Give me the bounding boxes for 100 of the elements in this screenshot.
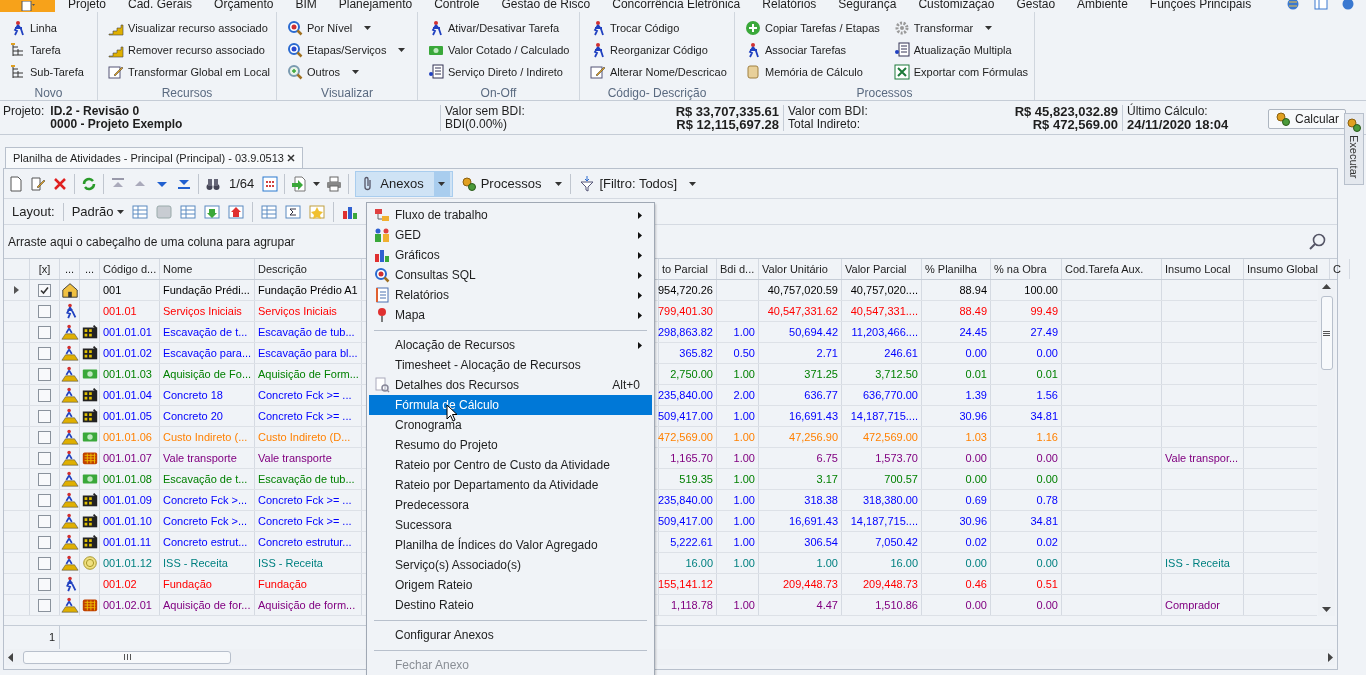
ribbon-tab[interactable]: Concorrência Eletrônica xyxy=(612,0,741,10)
menu-item[interactable]: Relatórios xyxy=(369,285,652,305)
print-icon[interactable] xyxy=(326,175,343,192)
column-header[interactable]: Código d... xyxy=(100,259,160,279)
column-header[interactable]: Insumo Global xyxy=(1244,259,1330,279)
ribbon-button[interactable]: Trocar Código xyxy=(590,17,731,39)
ribbon-tab[interactable]: Cad. Gerais xyxy=(128,0,193,10)
ribbon-button[interactable]: Linha xyxy=(10,17,88,39)
ribbon-button[interactable]: Transformar Global em Local xyxy=(108,61,275,83)
ribbon-tab[interactable]: Funções Principais xyxy=(1149,0,1252,10)
column-header[interactable]: [x] xyxy=(30,259,60,279)
scroll-right-icon[interactable] xyxy=(1328,652,1333,662)
checkbox[interactable] xyxy=(38,430,51,444)
menu-item[interactable]: Origem Rateio xyxy=(369,575,652,595)
menu-item[interactable]: Configurar Anexos xyxy=(369,625,652,645)
menu-item[interactable]: Serviço(s) Associado(s) xyxy=(369,555,652,575)
menu-item[interactable]: Predecessora xyxy=(369,495,652,515)
ribbon-button[interactable]: Memória de Cálculo xyxy=(745,61,884,83)
menu-item[interactable]: Rateio por Centro de Custo da Atividade xyxy=(369,455,652,475)
checkbox[interactable] xyxy=(38,388,51,402)
ribbon-button[interactable]: Outros xyxy=(287,61,410,83)
scroll-down-icon[interactable] xyxy=(1322,607,1331,612)
menu-item[interactable]: Fluxo de trabalho xyxy=(369,205,652,225)
processes-button[interactable]: Processos xyxy=(458,170,565,197)
checkbox[interactable] xyxy=(38,577,51,591)
ribbon-tab[interactable]: Orçamento xyxy=(214,0,274,10)
column-header[interactable]: ... xyxy=(60,259,80,279)
table-star-icon[interactable] xyxy=(308,203,325,220)
ribbon-button[interactable]: Serviço Direto / Indireto xyxy=(428,61,574,83)
column-header[interactable]: Valor Unitário xyxy=(759,259,842,279)
column-header[interactable]: % na Obra xyxy=(991,259,1062,279)
menu-item[interactable]: Gráficos xyxy=(369,245,652,265)
ribbon-button[interactable]: Tarefa xyxy=(10,39,88,61)
menu-item[interactable]: Destino Rateio xyxy=(369,595,652,615)
scroll-left-icon[interactable] xyxy=(8,652,13,662)
checkbox[interactable] xyxy=(38,472,51,486)
checkbox[interactable] xyxy=(38,556,51,570)
scroll-up-icon[interactable] xyxy=(1322,284,1331,289)
column-header[interactable]: C xyxy=(1330,259,1350,279)
table-icon[interactable] xyxy=(155,203,172,220)
column-header[interactable]: Cod.Tarefa Aux. xyxy=(1062,259,1162,279)
ribbon-tab[interactable]: Segurança xyxy=(838,0,897,10)
filter-button[interactable]: [Filtro: Todos] xyxy=(577,170,699,197)
ribbon-tab[interactable]: Planejamento xyxy=(338,0,413,10)
menu-item[interactable]: GED xyxy=(369,225,652,245)
checkbox[interactable] xyxy=(38,598,51,612)
ribbon-button[interactable]: Reorganizar Código xyxy=(590,39,731,61)
ribbon-tab[interactable]: Controle xyxy=(434,0,480,10)
ribbon-button[interactable]: Etapas/Serviços xyxy=(287,39,410,61)
ribbon-button[interactable]: Transformar xyxy=(893,17,1033,39)
table-icon[interactable] xyxy=(131,203,148,220)
checkbox[interactable] xyxy=(38,346,51,360)
layout-icon[interactable] xyxy=(1314,0,1328,10)
edit-icon[interactable] xyxy=(30,175,46,192)
ribbon-button[interactable]: Alterar Nome/Descricao xyxy=(590,61,731,83)
ribbon-tab[interactable]: Relatórios xyxy=(762,0,817,10)
column-header[interactable]: Valor Parcial xyxy=(842,259,922,279)
refresh-icon[interactable] xyxy=(81,175,97,192)
table-import-icon[interactable] xyxy=(203,203,220,220)
column-header[interactable]: Insumo Local xyxy=(1162,259,1244,279)
table-icon[interactable] xyxy=(179,203,196,220)
checkbox[interactable] xyxy=(38,304,51,318)
new-document-icon[interactable] xyxy=(8,175,24,192)
menu-item[interactable]: Planilha de Índices do Valor Agregado xyxy=(369,535,652,555)
export-icon[interactable] xyxy=(291,175,308,192)
column-header[interactable]: Nome xyxy=(160,259,255,279)
search-icon[interactable] xyxy=(1309,232,1327,251)
table-sum-icon[interactable] xyxy=(284,203,301,220)
checkbox[interactable] xyxy=(38,283,51,297)
table-icon[interactable] xyxy=(260,203,277,220)
ribbon-button[interactable]: Exportar com Fórmulas xyxy=(893,61,1033,83)
close-icon[interactable] xyxy=(287,154,295,162)
checkbox[interactable] xyxy=(38,367,51,381)
document-tab[interactable]: Planilha de Atividades - Principal (Principal) - 03.9.0513 xyxy=(5,147,303,168)
checkbox[interactable] xyxy=(38,535,51,549)
column-header[interactable]: % Planilha xyxy=(922,259,991,279)
menu-item[interactable]: Timesheet - Alocação de Recursos xyxy=(369,355,652,375)
table-export-icon[interactable] xyxy=(227,203,244,220)
ribbon-button[interactable]: Visualizar recurso associado xyxy=(108,17,275,39)
menu-item[interactable]: Cronograma xyxy=(369,415,652,435)
calendar-icon[interactable] xyxy=(262,175,279,192)
ribbon-button[interactable]: Ativar/Desativar Tarefa xyxy=(428,17,574,39)
execute-side-tab[interactable]: Executar xyxy=(1344,113,1364,185)
menu-item[interactable]: Sucessora xyxy=(369,515,652,535)
ribbon-tab[interactable]: BIM xyxy=(295,0,317,10)
checkbox[interactable] xyxy=(38,409,51,423)
checkbox[interactable] xyxy=(38,514,51,528)
delete-icon[interactable] xyxy=(52,175,68,192)
ribbon-tab[interactable]: Gestão de Risco xyxy=(501,0,591,10)
layout-dropdown[interactable]: Padrão xyxy=(71,201,124,222)
ribbon-button[interactable]: Por Nível xyxy=(287,17,410,39)
attachments-button[interactable]: Anexos xyxy=(355,170,453,197)
ribbon-button[interactable]: Remover recurso associado xyxy=(108,39,275,61)
ribbon-button[interactable]: Sub-Tarefa xyxy=(10,61,88,83)
menu-item[interactable]: Mapa xyxy=(369,305,652,325)
ribbon-tab[interactable]: Projeto xyxy=(68,0,107,10)
ribbon-button[interactable]: Copiar Tarefas / Etapas xyxy=(745,17,884,39)
checkbox[interactable] xyxy=(38,451,51,465)
ribbon-tab[interactable]: Ambiente xyxy=(1077,0,1128,10)
column-header[interactable]: Bdi d... xyxy=(717,259,759,279)
